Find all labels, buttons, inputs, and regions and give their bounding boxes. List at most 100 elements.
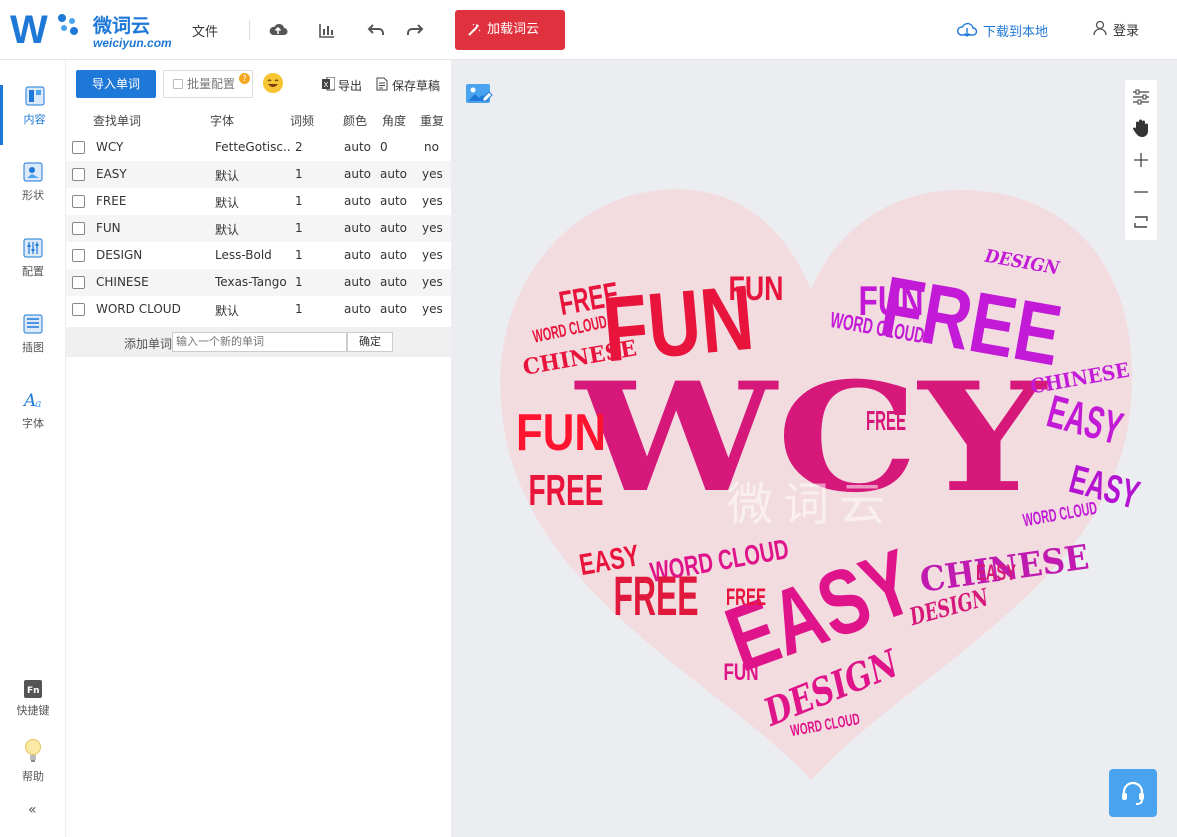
angle-cell[interactable]: auto xyxy=(380,221,407,235)
word-cell[interactable]: FUN xyxy=(96,221,121,235)
row-checkbox[interactable] xyxy=(72,195,85,208)
font-cell[interactable]: 默认 xyxy=(215,302,291,319)
table-row[interactable]: EASY 默认 1 auto auto yes xyxy=(66,161,451,188)
sidebar-item-shape[interactable]: 形状 xyxy=(0,161,66,221)
row-checkbox[interactable] xyxy=(72,249,85,262)
color-cell[interactable]: auto xyxy=(344,221,371,235)
cloud-word-free: FREE xyxy=(726,584,766,611)
save-draft-button[interactable]: 保存草稿 xyxy=(376,77,440,94)
import-words-button[interactable]: 导入单词 xyxy=(76,70,156,98)
batch-config-toggle[interactable]: 批量配置 ? xyxy=(163,70,253,98)
logo[interactable]: W 微词云 weiciyun.com xyxy=(10,8,172,52)
color-cell[interactable]: auto xyxy=(344,140,371,154)
image-icon[interactable] xyxy=(465,82,493,106)
sidebar-label-content: 内容 xyxy=(23,113,46,126)
sidebar-item-shortcuts[interactable]: Fn 快捷键 xyxy=(0,680,66,740)
help-badge-icon[interactable]: ? xyxy=(239,73,250,84)
angle-cell[interactable]: auto xyxy=(380,302,407,316)
font-icon: Aa xyxy=(22,391,42,411)
table-row[interactable]: WCY FetteGotisc... 2 auto 0 no xyxy=(66,134,451,161)
hand-pan-icon[interactable] xyxy=(1132,118,1150,138)
font-cell[interactable]: Less-Bold xyxy=(215,248,291,262)
login-button[interactable]: 登录 xyxy=(1093,20,1139,39)
repeat-cell[interactable]: yes xyxy=(422,194,443,208)
add-word-input[interactable] xyxy=(172,332,347,352)
font-cell[interactable]: Texas-Tango xyxy=(215,275,291,289)
font-cell[interactable]: 默认 xyxy=(215,167,291,184)
angle-cell[interactable]: auto xyxy=(380,167,407,181)
download-button[interactable]: 下载到本地 xyxy=(956,21,1048,40)
font-cell[interactable]: 默认 xyxy=(215,221,291,238)
row-checkbox[interactable] xyxy=(72,141,85,154)
row-checkbox[interactable] xyxy=(72,303,85,316)
sidebar-item-font[interactable]: Aa 字体 xyxy=(0,389,66,449)
repeat-cell[interactable]: yes xyxy=(422,167,443,181)
sidebar-item-settings[interactable]: 配置 xyxy=(0,237,66,297)
word-cell[interactable]: FREE xyxy=(96,194,126,208)
word-cloud-canvas[interactable]: WCY FUN FREE EASY CHINESE DESIGN WORD CL… xyxy=(491,160,1177,800)
bar-chart-icon[interactable] xyxy=(317,20,337,40)
color-cell[interactable]: auto xyxy=(344,275,371,289)
table-row[interactable]: WORD CLOUD 默认 1 auto auto yes xyxy=(66,296,451,323)
repeat-cell[interactable]: yes xyxy=(422,248,443,262)
cloud-upload-icon[interactable] xyxy=(268,20,288,40)
color-cell[interactable]: auto xyxy=(344,194,371,208)
angle-cell[interactable]: 0 xyxy=(380,140,388,154)
canvas-area[interactable]: WCY FUN FREE EASY CHINESE DESIGN WORD CL… xyxy=(451,60,1177,837)
repeat-cell[interactable]: yes xyxy=(422,275,443,289)
font-cell[interactable]: FetteGotisc... xyxy=(215,140,291,154)
word-cell[interactable]: DESIGN xyxy=(96,248,142,262)
save-draft-label: 保存草稿 xyxy=(392,79,441,93)
angle-cell[interactable]: auto xyxy=(380,194,407,208)
repeat-cell[interactable]: yes xyxy=(422,302,443,316)
freq-cell[interactable]: 1 xyxy=(295,302,303,316)
logo-mark: W xyxy=(10,8,48,52)
angle-cell[interactable]: auto xyxy=(380,248,407,262)
sidebar-item-help[interactable]: 帮助 xyxy=(0,738,66,798)
confirm-add-button[interactable]: 确定 xyxy=(347,332,393,352)
column-header-freq: 词频 xyxy=(290,114,315,128)
color-cell[interactable]: auto xyxy=(344,167,371,181)
freq-cell[interactable]: 2 xyxy=(295,140,303,154)
batch-config-checkbox[interactable] xyxy=(173,79,183,89)
repeat-cell[interactable]: yes xyxy=(422,221,443,235)
word-cell[interactable]: CHINESE xyxy=(96,275,149,289)
collapse-sidebar-button[interactable]: « xyxy=(28,802,37,818)
row-checkbox[interactable] xyxy=(72,168,85,181)
color-cell[interactable]: auto xyxy=(344,248,371,262)
freq-cell[interactable]: 1 xyxy=(295,194,303,208)
export-button[interactable]: X 导出 xyxy=(322,77,362,94)
table-row[interactable]: FUN 默认 1 auto auto yes xyxy=(66,215,451,242)
sliders-icon[interactable] xyxy=(1132,88,1150,106)
row-checkbox[interactable] xyxy=(72,276,85,289)
undo-icon[interactable] xyxy=(366,20,386,40)
file-menu[interactable]: 文件 xyxy=(192,21,218,40)
word-cell[interactable]: EASY xyxy=(96,167,127,181)
freq-cell[interactable]: 1 xyxy=(295,221,303,235)
column-header-word[interactable]: 查找单词 xyxy=(93,112,141,129)
batch-config-label: 批量配置 xyxy=(187,77,236,91)
support-chat-button[interactable] xyxy=(1109,769,1157,817)
freq-cell[interactable]: 1 xyxy=(295,167,303,181)
font-cell[interactable]: 默认 xyxy=(215,194,291,211)
angle-cell[interactable]: auto xyxy=(380,275,407,289)
word-cell[interactable]: WORD CLOUD xyxy=(96,302,181,316)
load-cloud-button[interactable]: 加载词云 xyxy=(455,10,565,50)
row-checkbox[interactable] xyxy=(72,222,85,235)
emoji-icon[interactable] xyxy=(263,73,283,93)
sidebar-item-content[interactable]: 内容 xyxy=(0,85,66,145)
freq-cell[interactable]: 1 xyxy=(295,275,303,289)
word-cell[interactable]: WCY xyxy=(96,140,123,154)
color-cell[interactable]: auto xyxy=(344,302,371,316)
cloud-word-easy: EASY xyxy=(976,560,1016,585)
repeat-cell[interactable]: no xyxy=(424,140,439,154)
sidebar-item-illustration[interactable]: 插图 xyxy=(0,313,66,373)
table-row[interactable]: FREE 默认 1 auto auto yes xyxy=(66,188,451,215)
redo-icon[interactable] xyxy=(405,20,425,40)
download-label: 下载到本地 xyxy=(983,25,1049,40)
lightbulb-icon xyxy=(25,739,41,762)
logo-dots-icon xyxy=(58,14,78,35)
freq-cell[interactable]: 1 xyxy=(295,248,303,262)
table-row[interactable]: CHINESE Texas-Tango 1 auto auto yes xyxy=(66,269,451,296)
table-row[interactable]: DESIGN Less-Bold 1 auto auto yes xyxy=(66,242,451,269)
